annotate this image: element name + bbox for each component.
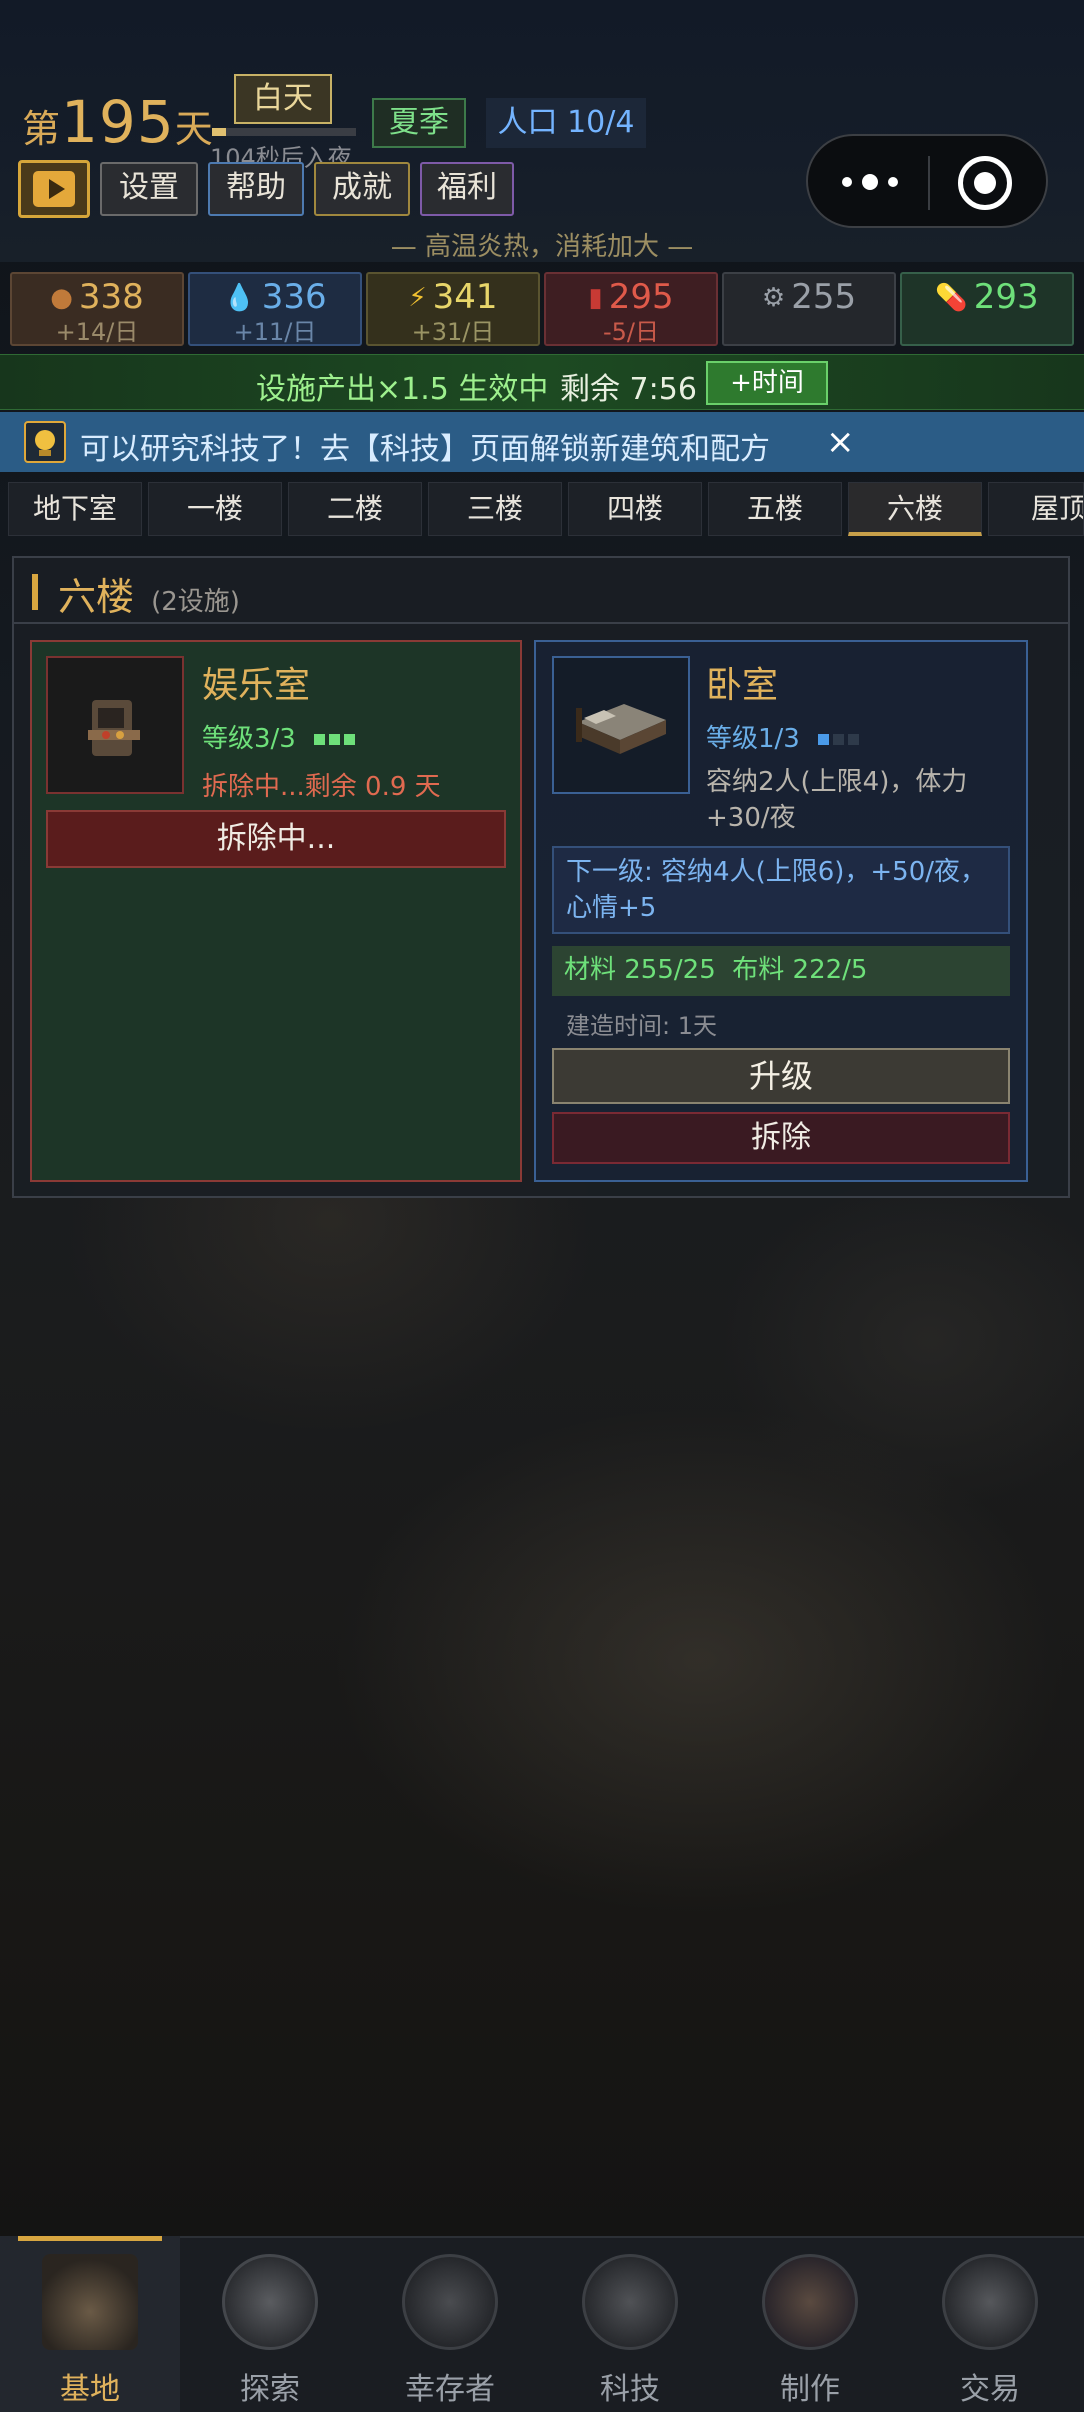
gear-icon: ⚙ (761, 283, 786, 313)
season-badge: 夏季 (372, 98, 466, 148)
recreation-room-name: 娱乐室 (202, 665, 311, 706)
materials-box: 材料 255/25 布料 222/5 (552, 946, 1010, 996)
play-button[interactable] (18, 160, 90, 218)
floor-title-divider (14, 622, 1068, 624)
achievements-button[interactable]: 成就 (314, 162, 410, 216)
night-progress-fill (212, 128, 227, 136)
build-time: 建造时间: 1天 (566, 1012, 717, 1040)
phase-badge: 白天 (234, 74, 332, 124)
fuel-icon: ▮ (588, 283, 603, 313)
bedroom-level: 等级1/3 (706, 718, 860, 755)
trade-icon (942, 2254, 1038, 2350)
demolishing-button[interactable]: 拆除中... (46, 810, 506, 868)
recreation-room-thumbnail (46, 656, 184, 794)
tech-tip-banner[interactable]: 可以研究科技了！去【科技】页面解锁新建筑和配方 × (0, 412, 1084, 472)
facility-count: (2设施) (151, 587, 240, 617)
resource-parts[interactable]: ⚙ 255 (722, 272, 896, 346)
bedroom-description: 容纳2人(上限4)，体力+30/夜 (706, 767, 968, 833)
energy-icon: ⚡ (408, 283, 427, 313)
tab-floor-3[interactable]: 三楼 (428, 482, 562, 536)
help-button[interactable]: 帮助 (208, 162, 304, 216)
more-menu-icon[interactable] (838, 160, 910, 204)
tab-floor-4[interactable]: 四楼 (568, 482, 702, 536)
resource-medicine[interactable]: 💊 293 (900, 272, 1074, 346)
night-progress-track (212, 128, 356, 136)
bed-icon (576, 704, 666, 754)
facility-card-recreation-room[interactable]: 娱乐室 等级3/3 拆除中...剩余 0.9 天 拆除中... (30, 640, 522, 1182)
nav-trade[interactable]: 交易 (900, 2236, 1080, 2412)
level-pips (314, 722, 356, 752)
settings-button[interactable]: 设置 (100, 162, 198, 216)
food-icon: ● (50, 283, 73, 313)
base-icon (42, 2254, 138, 2350)
nav-survivors[interactable]: 幸存者 (360, 2236, 540, 2412)
bedroom-thumbnail (552, 656, 690, 794)
day-counter: 第195天 (22, 88, 214, 156)
nav-tech[interactable]: 科技 (540, 2236, 720, 2412)
tip-close-icon[interactable]: × (826, 422, 855, 462)
add-time-button[interactable]: +时间 (706, 361, 828, 405)
resource-water[interactable]: 💧 336 +11/日 (188, 272, 362, 346)
play-icon (33, 171, 75, 207)
boost-text: 设施产出×1.5 生效中 (256, 372, 549, 407)
medicine-icon: 💊 (935, 283, 968, 313)
recreation-room-status: 拆除中...剩余 0.9 天 (202, 772, 441, 802)
demolish-button[interactable]: 拆除 (552, 1112, 1010, 1164)
nav-craft[interactable]: 制作 (720, 2236, 900, 2412)
tab-floor-6[interactable]: 六楼 (848, 482, 982, 536)
water-icon: 💧 (223, 283, 256, 313)
tab-floor-1[interactable]: 一楼 (148, 482, 282, 536)
nav-base[interactable]: 基地 (0, 2236, 180, 2412)
close-target-icon[interactable] (958, 156, 1012, 210)
population-badge: 人口 10/4 (486, 98, 646, 148)
resource-fuel[interactable]: ▮ 295 -5/日 (544, 272, 718, 346)
nav-active-indicator (18, 2236, 162, 2241)
boost-remaining: 剩余 7:56 (560, 372, 697, 407)
floor-title: 六楼 (2设施) (58, 566, 240, 621)
tab-floor-5[interactable]: 五楼 (708, 482, 842, 536)
day-number: 195 (61, 88, 175, 156)
tip-text: 可以研究科技了！去【科技】页面解锁新建筑和配方 (80, 432, 770, 467)
tab-basement[interactable]: 地下室 (8, 482, 142, 536)
floor-title-accent (32, 574, 38, 610)
capsule-divider (928, 156, 930, 210)
arcade-machine-icon (88, 700, 140, 756)
nav-explore[interactable]: 探索 (180, 2236, 360, 2412)
tab-floor-2[interactable]: 二楼 (288, 482, 422, 536)
tab-roof[interactable]: 屋顶 (988, 482, 1084, 536)
tech-icon (582, 2254, 678, 2350)
resource-food[interactable]: ● 338 +14/日 (10, 272, 184, 346)
boost-banner: 设施产出×1.5 生效中 剩余 7:56 +时间 (0, 354, 1084, 410)
survivors-icon (402, 2254, 498, 2350)
upgrade-button[interactable]: 升级 (552, 1048, 1010, 1104)
next-level-box: 下一级: 容纳4人(上限6)，+50/夜，心情+5 (552, 846, 1010, 934)
bedroom-name: 卧室 (706, 665, 779, 706)
lightbulb-icon (24, 421, 66, 463)
facility-card-bedroom[interactable]: 卧室 等级1/3 容纳2人(上限4)，体力+30/夜 下一级: 容纳4人(上限6… (534, 640, 1028, 1182)
resource-energy[interactable]: ⚡ 341 +31/日 (366, 272, 540, 346)
floor-name: 六楼 (58, 575, 135, 619)
next-level-text: 下一级: 容纳4人(上限6)，+50/夜，心情+5 (566, 857, 987, 923)
explore-icon (222, 2254, 318, 2350)
weather-notice: — 高温炎热，消耗加大 — (390, 232, 694, 262)
miniprogram-capsule (806, 134, 1048, 228)
craft-icon (762, 2254, 858, 2350)
recreation-room-level: 等级3/3 (202, 718, 356, 755)
level-pips (818, 722, 860, 752)
welfare-button[interactable]: 福利 (420, 162, 514, 216)
